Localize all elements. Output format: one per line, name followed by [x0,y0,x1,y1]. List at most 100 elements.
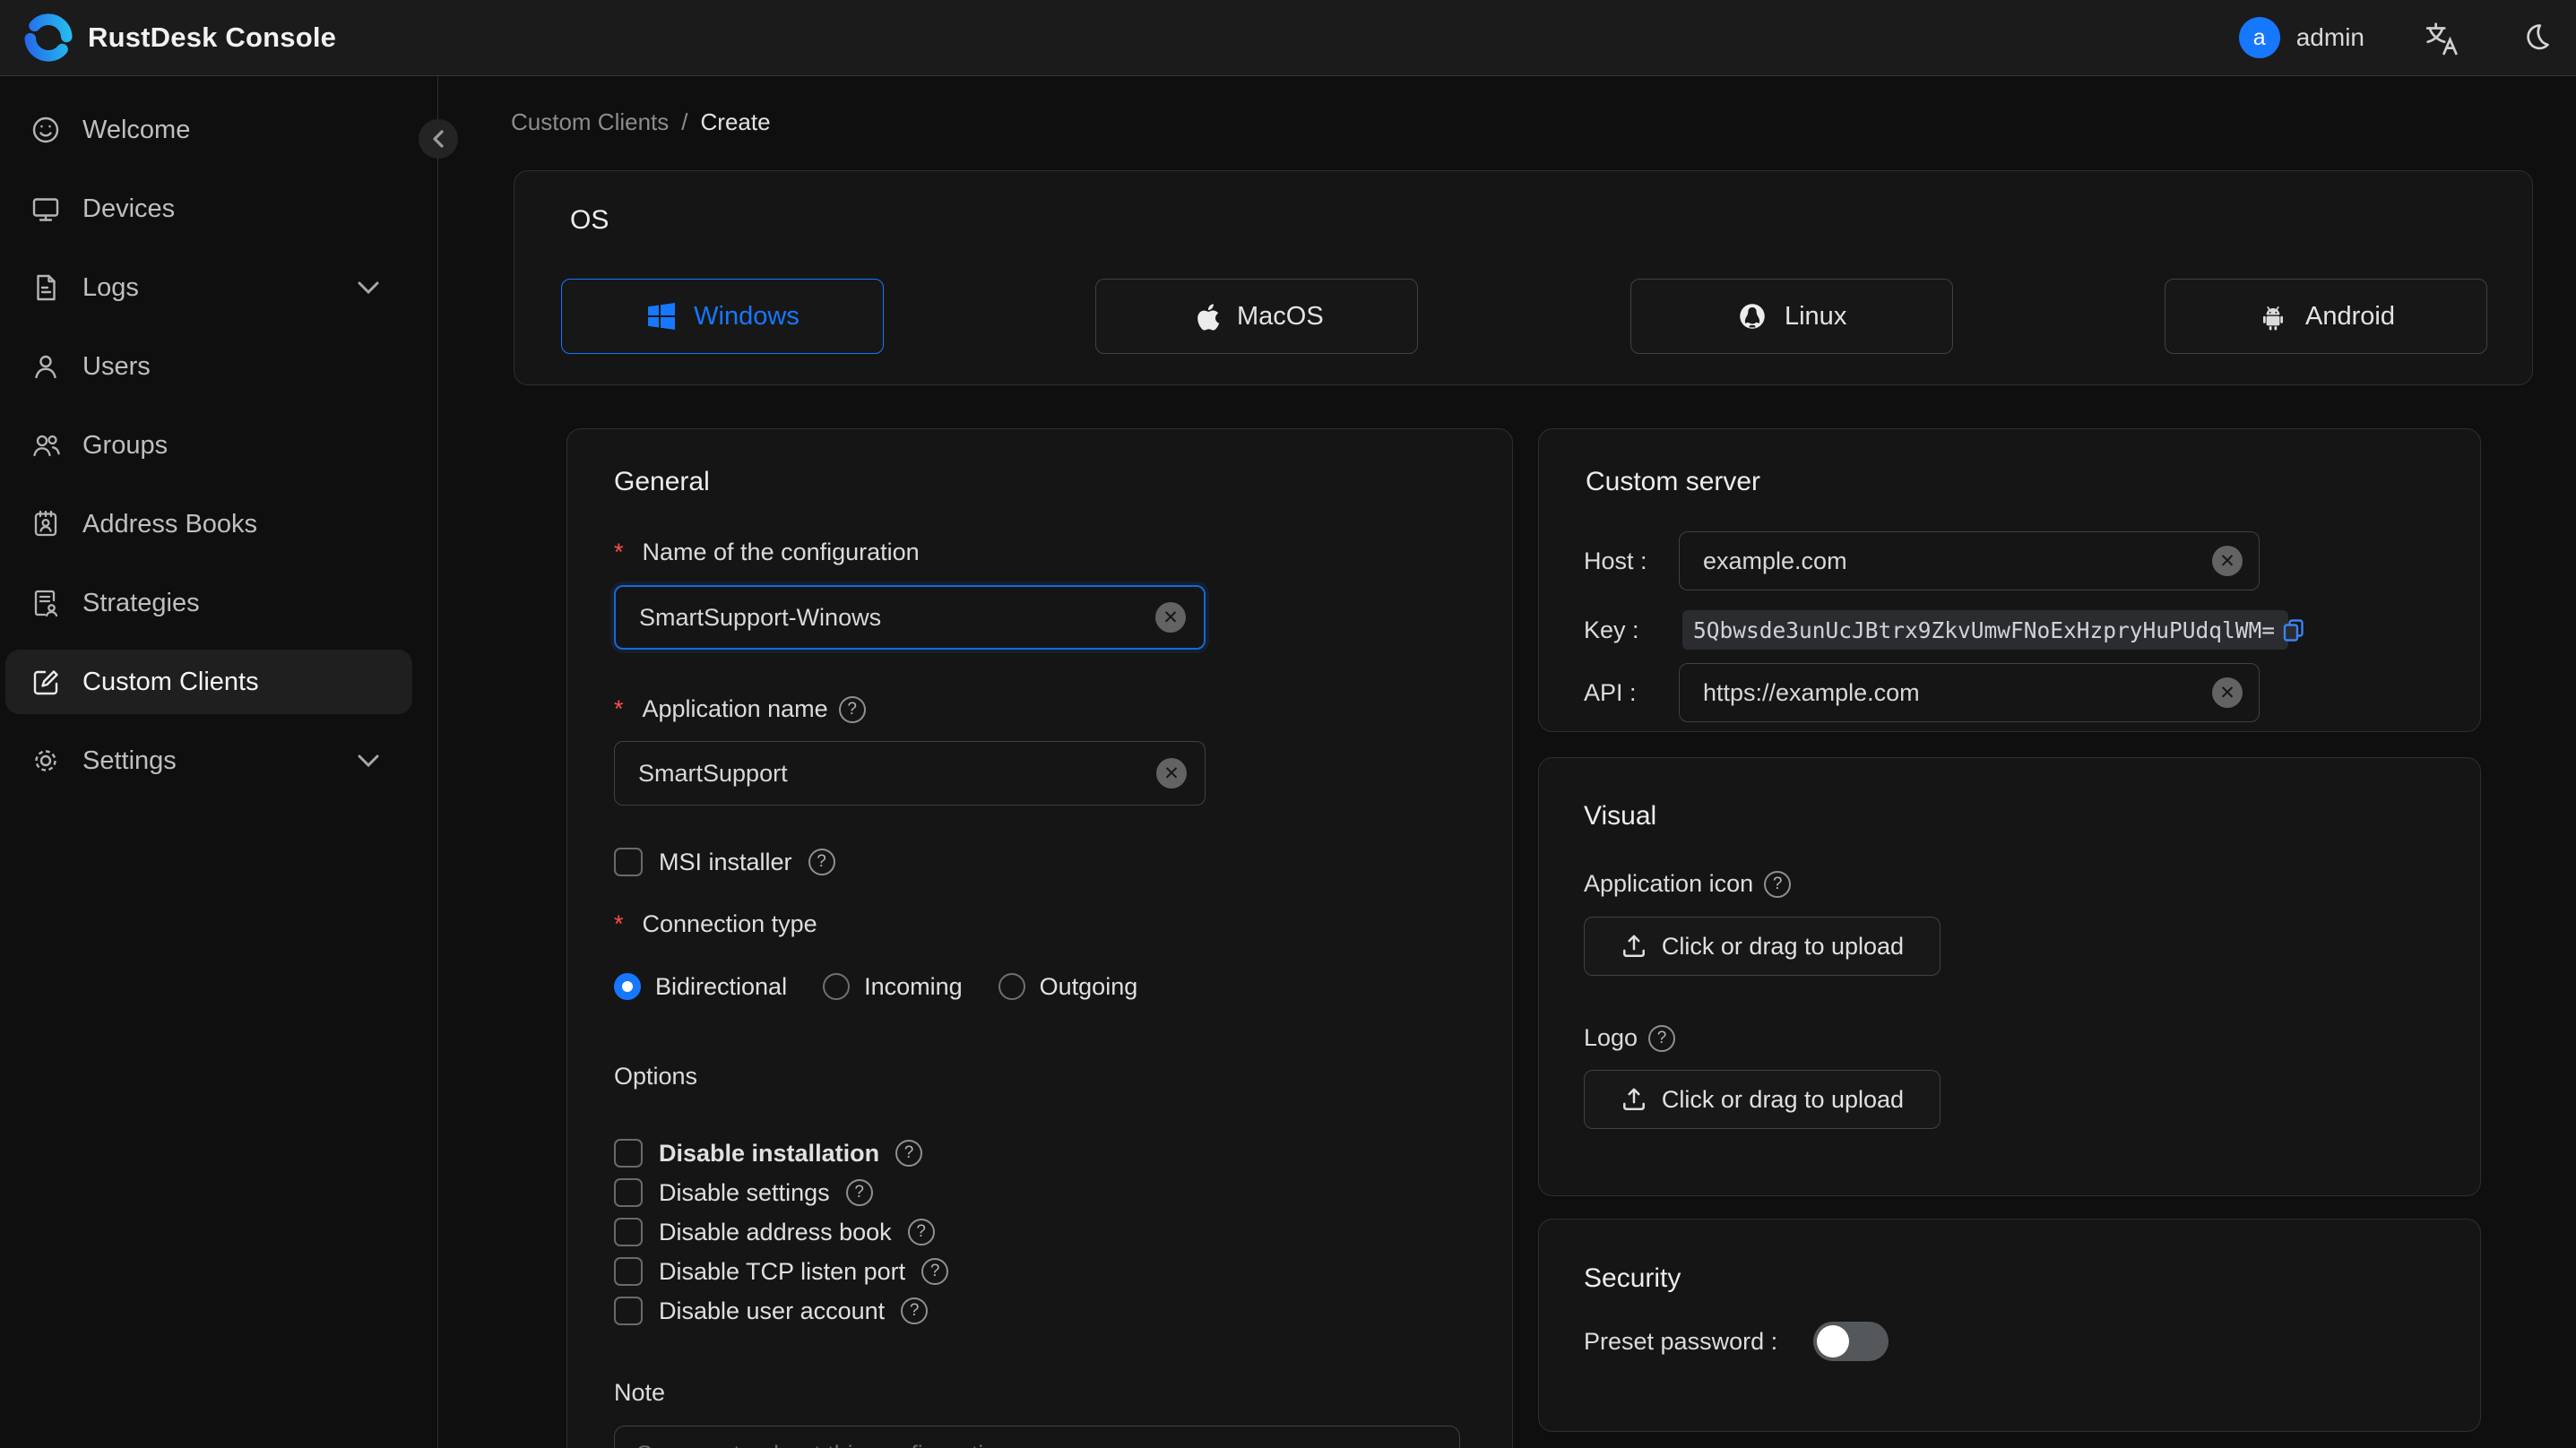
top-bar: RustDesk Console a admin [0,0,2576,76]
clear-icon[interactable]: ✕ [2212,677,2243,708]
key-field: 5Qbwsde3unUcJBtrx9ZkvUmwFNoExHzpryHuPUdq… [1682,610,2304,650]
sidebar-collapse-button[interactable] [419,119,458,159]
os-button-label: Linux [1784,301,1847,331]
help-icon[interactable]: ? [921,1258,949,1285]
os-button-label: Android [2305,301,2395,331]
sidebar-item-strategies[interactable]: Strategies [0,564,437,642]
upload-button-label: Click or drag to upload [1661,932,1905,960]
edit-square-icon [33,670,58,695]
sidebar-item-users[interactable]: Users [0,327,437,406]
connection-type-radios: Bidirectional Incoming Outgoing [614,971,1137,1002]
key-value: 5Qbwsde3unUcJBtrx9ZkvUmwFNoExHzpryHuPUdq… [1693,616,2276,643]
option-row: Disable settings ? [614,1177,873,1208]
preset-password-toggle[interactable] [1813,1322,1889,1361]
document-icon [37,274,56,301]
visual-title: Visual [1584,801,1657,831]
config-name-value: SmartSupport-Winows [639,603,882,631]
help-icon[interactable]: ? [808,849,835,875]
apple-icon [1197,304,1220,331]
note-textarea[interactable] [614,1426,1460,1448]
sidebar-item-groups[interactable]: Groups [0,406,437,485]
clear-icon[interactable]: ✕ [2212,546,2243,576]
upload-button-label: Click or drag to upload [1661,1085,1905,1113]
help-icon[interactable]: ? [907,1219,935,1245]
help-icon[interactable]: ? [838,695,866,723]
sidebar-item-custom-clients[interactable]: Custom Clients [0,642,437,721]
android-icon [2262,306,2284,331]
sidebar-item-label: Devices [82,194,176,223]
sidebar-item-address-books[interactable]: Address Books [0,485,437,564]
msi-installer-label: MSI installer [659,848,792,875]
breadcrumb-parent[interactable]: Custom Clients [511,108,669,136]
radio-bidirectional[interactable] [614,973,641,1000]
radio-incoming[interactable] [823,973,851,1000]
sidebar-item-label: Settings [82,746,177,775]
api-value: https://example.com [1703,678,1920,706]
sidebar-item-devices[interactable]: Devices [0,169,437,248]
radio-outgoing[interactable] [998,973,1025,1000]
clear-icon[interactable]: ✕ [1156,758,1187,789]
dark-mode-icon[interactable] [2519,21,2553,55]
note-label: Note [614,1379,666,1406]
radio-label[interactable]: Incoming [864,973,963,1001]
msi-installer-row: MSI installer ? [614,847,835,877]
breadcrumb: Custom Clients / Create [511,108,771,136]
language-icon[interactable] [2424,20,2459,56]
rustdesk-logo-icon [24,13,73,62]
api-label: API : [1584,679,1637,706]
chevron-down-icon [358,281,379,295]
logo-upload-button[interactable]: Click or drag to upload [1584,1070,1941,1129]
os-button-windows[interactable]: Windows [561,279,884,354]
custom-server-card: Custom server Host : example.com ✕ Key :… [1538,428,2481,732]
help-icon[interactable]: ? [1648,1024,1676,1052]
application-name-input[interactable]: SmartSupport ✕ [614,741,1206,806]
general-card: General Name of the configuration SmartS… [566,428,1513,1448]
security-title: Security [1584,1263,1681,1293]
sidebar-item-logs[interactable]: Logs [0,248,437,327]
option-row: Disable address book ? [614,1217,935,1247]
option-row: Disable TCP listen port ? [614,1256,949,1287]
os-button-linux[interactable]: Linux [1629,279,1953,354]
sidebar-item-label: Logs [82,272,139,302]
option-label: Disable address book [659,1218,892,1245]
strategy-icon [34,590,58,617]
app-title: RustDesk Console [88,22,337,53]
help-icon[interactable]: ? [895,1140,923,1167]
sidebar-item-settings[interactable]: Settings [0,721,437,800]
disable-user-account-checkbox[interactable] [614,1297,643,1325]
avatar[interactable]: a [2238,17,2280,58]
os-button-label: MacOS [1236,301,1324,331]
sidebar-item-label: Strategies [82,588,200,617]
disable-installation-checkbox[interactable] [614,1139,643,1168]
custom-server-title: Custom server [1586,467,1761,496]
disable-address-book-checkbox[interactable] [614,1218,643,1246]
upload-icon [1622,1088,1645,1110]
sidebar: Welcome Devices Logs Users Groups Addres… [0,76,458,1448]
os-button-android[interactable]: Android [2164,279,2487,354]
general-card-title: General [614,467,710,496]
copy-icon[interactable] [2280,616,2307,643]
config-name-input[interactable]: SmartSupport-Winows ✕ [614,585,1206,650]
application-icon-label: Application icon ? [1584,870,1792,898]
msi-installer-checkbox[interactable] [614,848,643,876]
help-icon[interactable]: ? [901,1297,929,1324]
app-icon-upload-button[interactable]: Click or drag to upload [1584,917,1941,976]
application-name-label: Application name ? [614,695,866,723]
host-input[interactable]: example.com ✕ [1679,531,2260,590]
api-input[interactable]: https://example.com ✕ [1679,663,2260,722]
disable-tcp-listen-port-checkbox[interactable] [614,1257,643,1286]
preset-password-label: Preset password : [1584,1328,1778,1355]
radio-label[interactable]: Bidirectional [655,973,787,1001]
option-row: Disable user account ? [614,1296,929,1326]
sidebar-item-label: Groups [82,430,169,460]
sidebar-item-welcome[interactable]: Welcome [0,90,437,169]
clear-icon[interactable]: ✕ [1155,602,1186,633]
avatar-initial: a [2252,24,2266,50]
user-name[interactable]: admin [2296,23,2364,52]
help-icon[interactable]: ? [1764,870,1792,898]
help-icon[interactable]: ? [845,1179,873,1206]
os-button-macos[interactable]: MacOS [1095,279,1419,354]
radio-label[interactable]: Outgoing [1040,973,1138,1001]
disable-settings-checkbox[interactable] [614,1178,643,1207]
address-book-icon [34,510,57,537]
